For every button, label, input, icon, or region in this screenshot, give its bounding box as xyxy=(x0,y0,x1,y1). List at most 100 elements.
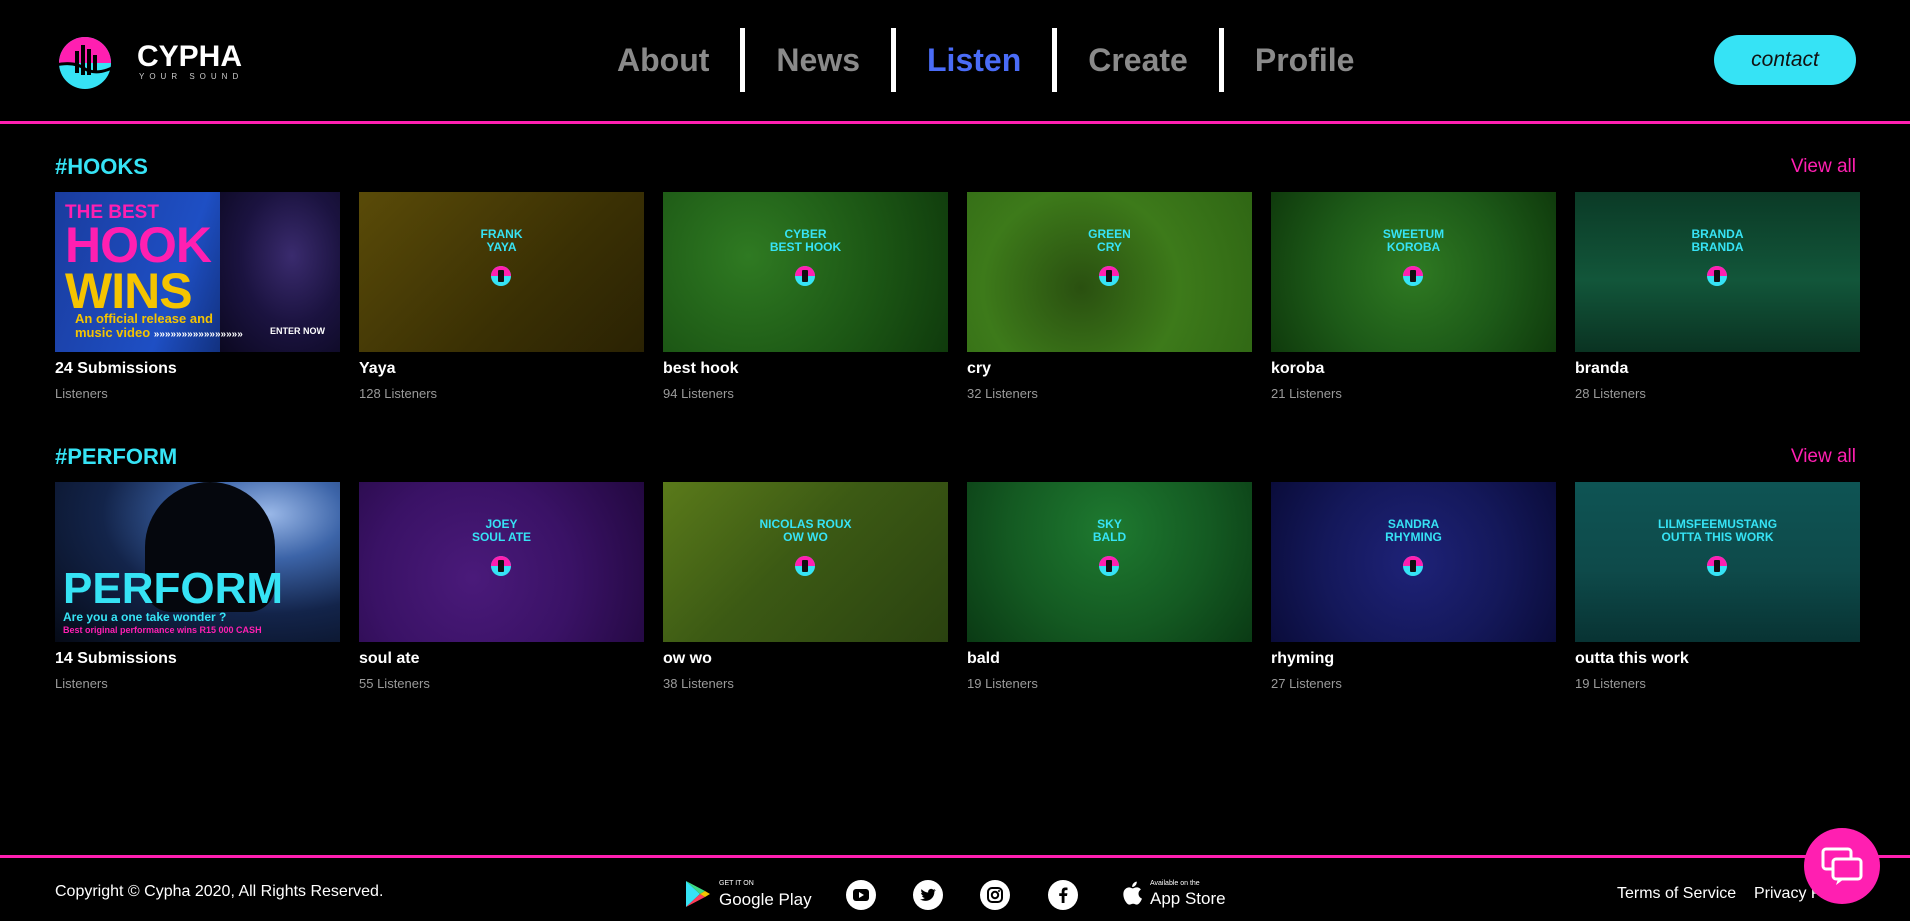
hooks-section-title: #HOOKS xyxy=(55,154,148,179)
promo-text: Are you a one take wonder ? xyxy=(63,610,227,624)
hooks-section-header: #HOOKS View all xyxy=(55,154,1856,180)
perform-promo-banner[interactable]: PERFORM Are you a one take wonder ? Best… xyxy=(55,482,340,642)
cypha-disc-icon xyxy=(1707,266,1727,286)
nav-about[interactable]: About xyxy=(586,28,740,92)
cypha-disc-icon xyxy=(1099,266,1119,286)
hooks-promo-banner[interactable]: THE BEST HOOK WINS An official release a… xyxy=(55,192,340,352)
cypha-disc-icon xyxy=(491,556,511,576)
cypha-disc-icon xyxy=(795,266,815,286)
card-subtitle: 19 Listeners xyxy=(967,676,1038,691)
contact-button[interactable]: contact xyxy=(1714,35,1856,85)
card-title: 14 Submissions xyxy=(55,650,177,667)
card-subtitle: 19 Listeners xyxy=(1575,676,1646,691)
track-artist-label: SANDRA RHYMING xyxy=(1385,517,1442,544)
card-title: koroba xyxy=(1271,360,1325,377)
chat-icon xyxy=(1821,847,1863,885)
card-title: 24 Submissions xyxy=(55,360,177,377)
track-artist-label: SKY BALD xyxy=(1092,517,1127,544)
google-play-badge[interactable]: GET IT ON Google Play xyxy=(685,878,812,909)
facebook-icon[interactable] xyxy=(1048,880,1078,910)
apple-icon xyxy=(1123,881,1142,905)
nav-news[interactable]: News xyxy=(745,28,891,92)
promo-text: An official release and music video »»»»»… xyxy=(75,311,243,341)
instagram-icon[interactable] xyxy=(980,880,1010,910)
perform-promo-card[interactable]: PERFORM Are you a one take wonder ? Best… xyxy=(55,482,340,691)
cypha-logo[interactable]: CYPHA YOUR SOUND xyxy=(55,33,243,89)
card-subtitle: 55 Listeners xyxy=(359,676,430,691)
cypha-disc-icon xyxy=(1707,556,1727,576)
nav-create[interactable]: Create xyxy=(1057,28,1219,92)
google-play-small: GET IT ON xyxy=(719,880,754,887)
brand-name: CYPHA xyxy=(137,39,243,73)
track-artist-label: GREEN CRY xyxy=(1088,227,1131,254)
cypha-disc-icon xyxy=(1403,266,1423,286)
cypha-disc-icon xyxy=(795,556,815,576)
card-subtitle: 94 Listeners xyxy=(663,386,734,401)
hooks-view-all-link[interactable]: View all xyxy=(1791,156,1856,178)
card-subtitle: 27 Listeners xyxy=(1271,676,1342,691)
track-card[interactable]: LILMSFEEMUSTANG OUTTA THIS WORK outta thi… xyxy=(1575,482,1860,691)
card-title: best hook xyxy=(663,360,739,377)
card-title: outta this work xyxy=(1575,650,1689,667)
track-card[interactable]: BRANDA BRANDA branda 28 Listeners xyxy=(1575,192,1860,401)
track-thumbnail[interactable]: JOEY SOUL ATE xyxy=(359,482,644,642)
card-subtitle: 38 Listeners xyxy=(663,676,734,691)
card-title: bald xyxy=(967,650,1000,667)
card-title: Yaya xyxy=(359,360,396,377)
track-thumbnail[interactable]: CYBER BEST HOOK xyxy=(663,192,948,352)
track-artist-label: FRANK YAYA xyxy=(480,227,523,254)
perform-row: PERFORM Are you a one take wonder ? Best… xyxy=(55,482,1860,691)
track-card[interactable]: NICOLAS ROUX OW WO ow wo 38 Listeners xyxy=(663,482,948,691)
track-card[interactable]: SKY BALD bald 19 Listeners xyxy=(967,482,1252,691)
chat-button[interactable] xyxy=(1804,828,1880,904)
track-thumbnail[interactable]: SWEETUM KOROBA xyxy=(1271,192,1556,352)
main-nav: About News Listen Create Profile xyxy=(586,28,1385,92)
promo-text: PERFORM xyxy=(63,564,283,613)
brand-tagline: YOUR SOUND xyxy=(139,71,244,81)
track-thumbnail[interactable]: FRANK YAYA xyxy=(359,192,644,352)
track-card[interactable]: SANDRA RHYMING rhyming 27 Listeners xyxy=(1271,482,1556,691)
cypha-logo-icon xyxy=(55,37,121,89)
cypha-disc-icon xyxy=(1099,556,1119,576)
cypha-disc-icon xyxy=(1403,556,1423,576)
track-card[interactable]: GREEN CRY cry 32 Listeners xyxy=(967,192,1252,401)
promo-text: Best original performance wins R15 000 C… xyxy=(63,625,262,635)
site-header: CYPHA YOUR SOUND About News Listen Creat… xyxy=(0,0,1910,124)
track-artist-label: NICOLAS ROUX OW WO xyxy=(759,517,852,544)
terms-of-service-link[interactable]: Terms of Service xyxy=(1617,885,1736,903)
track-thumbnail[interactable]: LILMSFEEMUSTANG OUTTA THIS WORK xyxy=(1575,482,1860,642)
app-store-big: App Store xyxy=(1150,889,1226,908)
track-card[interactable]: JOEY SOUL ATE soul ate 55 Listeners xyxy=(359,482,644,691)
track-card[interactable]: FRANK YAYA Yaya 128 Listeners xyxy=(359,192,644,401)
track-thumbnail[interactable]: BRANDA BRANDA xyxy=(1575,192,1860,352)
perform-view-all-link[interactable]: View all xyxy=(1791,446,1856,468)
nav-profile[interactable]: Profile xyxy=(1224,28,1386,92)
perform-section-title: #PERFORM xyxy=(55,444,178,469)
track-thumbnail[interactable]: SKY BALD xyxy=(967,482,1252,642)
track-artist-label: LILMSFEEMUSTANG OUTTA THIS WORK xyxy=(1657,517,1778,544)
card-title: rhyming xyxy=(1271,650,1335,667)
app-store-badge[interactable]: Available on the App Store xyxy=(1122,878,1226,908)
hooks-row: THE BEST HOOK WINS An official release a… xyxy=(55,192,1860,401)
card-subtitle: 128 Listeners xyxy=(359,386,438,401)
twitter-icon[interactable] xyxy=(913,880,943,910)
nav-listen[interactable]: Listen xyxy=(896,28,1052,92)
card-title: branda xyxy=(1575,360,1629,377)
promo-text: WINS xyxy=(65,263,193,319)
youtube-icon[interactable] xyxy=(846,880,876,910)
hooks-promo-card[interactable]: THE BEST HOOK WINS An official release a… xyxy=(55,192,340,401)
track-card[interactable]: CYBER BEST HOOK best hook 94 Listeners xyxy=(663,192,948,401)
card-subtitle: 32 Listeners xyxy=(967,386,1038,401)
card-subtitle: Listeners xyxy=(55,386,108,401)
card-subtitle: Listeners xyxy=(55,676,108,691)
track-thumbnail[interactable]: SANDRA RHYMING xyxy=(1271,482,1556,642)
track-card[interactable]: SWEETUM KOROBA koroba 21 Listeners xyxy=(1271,192,1556,401)
track-artist-label: SWEETUM KOROBA xyxy=(1382,227,1445,254)
card-subtitle: 21 Listeners xyxy=(1271,386,1342,401)
google-play-icon xyxy=(686,880,710,907)
promo-cta: ENTER NOW xyxy=(270,326,325,336)
track-thumbnail[interactable]: NICOLAS ROUX OW WO xyxy=(663,482,948,642)
cypha-disc-icon xyxy=(491,266,511,286)
app-store-small: Available on the xyxy=(1150,880,1200,887)
track-thumbnail[interactable]: GREEN CRY xyxy=(967,192,1252,352)
